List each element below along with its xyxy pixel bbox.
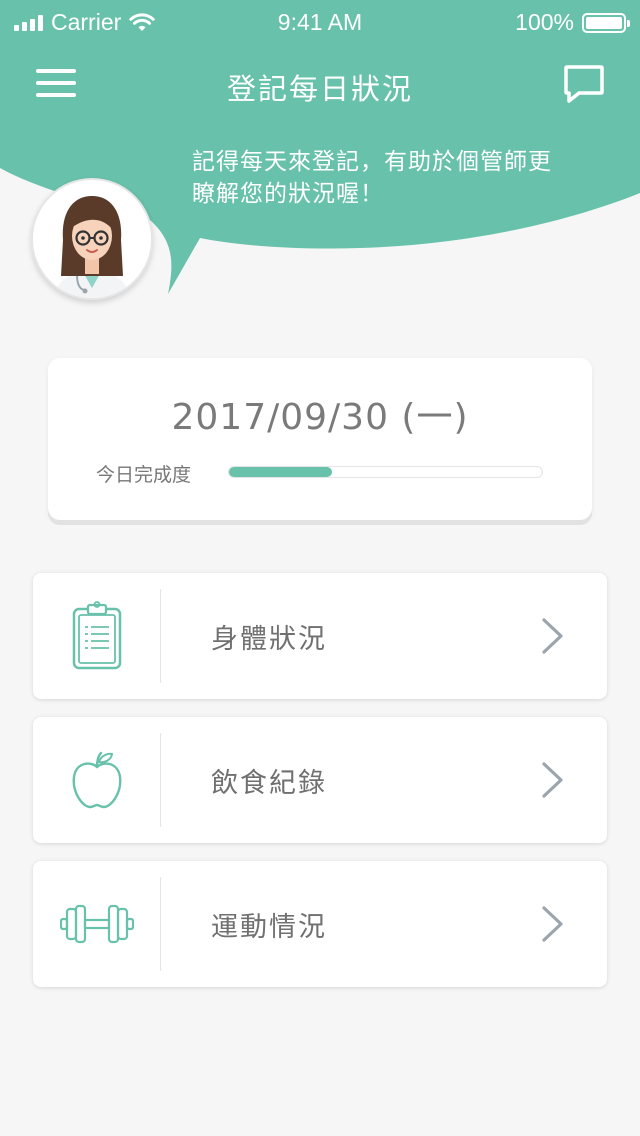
- chevron-right-icon: [542, 618, 563, 654]
- dumbbell-icon: [59, 904, 134, 944]
- clipboard-icon: [72, 601, 121, 670]
- status-bar: Carrier 9:41 AM 100%: [0, 0, 640, 44]
- speech-line-2: 瞭解您的狀況喔！: [192, 181, 384, 207]
- progress-fill: [229, 467, 333, 477]
- nurse-avatar-icon: [55, 196, 129, 298]
- divider: [160, 733, 161, 827]
- date-card: 2017/09/30 (一) 今日完成度: [48, 358, 592, 520]
- battery-percent: 100%: [515, 9, 574, 35]
- menu-item-body-status[interactable]: 身體狀況: [33, 573, 607, 699]
- progress-label: 今日完成度: [96, 464, 192, 486]
- chevron-right-icon: [542, 762, 563, 798]
- menu-item-label: 運動情況: [211, 912, 327, 943]
- nurse-avatar: [31, 178, 153, 300]
- divider: [160, 877, 161, 971]
- battery-icon: [582, 12, 630, 33]
- menu-item-label: 飲食紀錄: [211, 768, 327, 799]
- menu-item-diet-record[interactable]: 飲食紀錄: [33, 717, 607, 843]
- speech-bubble-text: 記得每天來登記，有助於個管師更 瞭解您的狀況喔！: [192, 146, 592, 210]
- apple-icon: [72, 751, 121, 809]
- current-date: 2017/09/30 (一): [171, 397, 469, 438]
- menu-item-exercise-status[interactable]: 運動情況: [33, 861, 607, 987]
- chevron-right-icon: [542, 906, 563, 942]
- speech-line-1: 記得每天來登記，有助於個管師更: [192, 149, 552, 175]
- divider: [160, 589, 161, 683]
- page-title: 登記每日狀況: [226, 72, 413, 106]
- menu-item-label: 身體狀況: [211, 624, 327, 655]
- chat-bubble-icon[interactable]: [563, 64, 605, 104]
- progress-bar: [228, 466, 543, 478]
